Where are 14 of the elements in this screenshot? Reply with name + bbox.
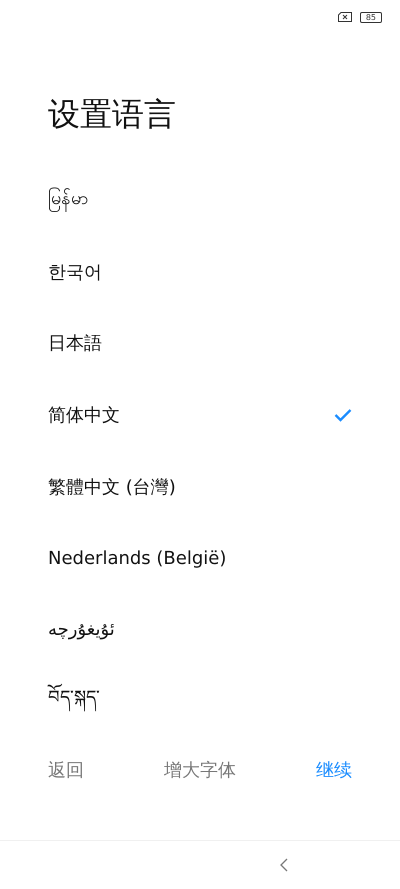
language-option[interactable]: 简体中文 — [0, 379, 400, 451]
language-option[interactable]: 繁體中文 (台灣) — [0, 450, 400, 522]
language-option[interactable]: 日本語 — [0, 307, 400, 380]
back-icon[interactable] — [280, 858, 288, 872]
no-sim-icon — [338, 12, 352, 22]
language-option[interactable]: 한국어 — [0, 236, 400, 308]
language-option[interactable]: བོད་སྐད་ — [0, 666, 400, 738]
battery-level: 85 — [360, 12, 382, 22]
action-button[interactable]: 返回 — [48, 754, 84, 786]
action-button[interactable]: 增大字体 — [164, 754, 236, 786]
language-option[interactable]: ئۇيغۇرچە — [0, 594, 400, 666]
page-title: 设置语言 — [48, 94, 177, 135]
language-option[interactable]: မြန်မာ — [0, 164, 400, 236]
language-option[interactable]: Nederlands (België) — [0, 522, 400, 594]
